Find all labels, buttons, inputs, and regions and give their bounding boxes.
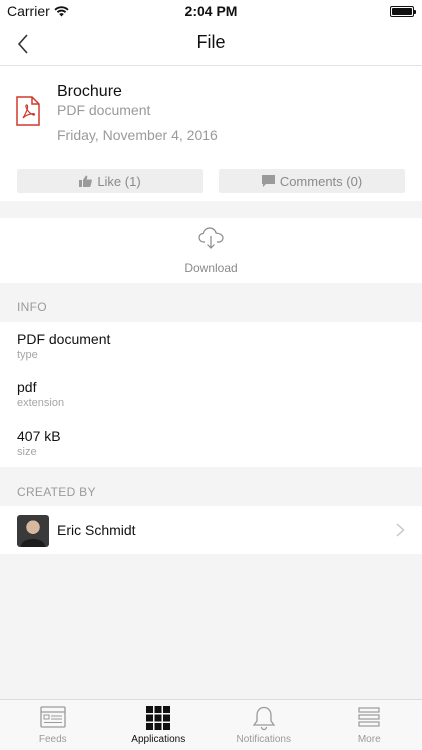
info-row-size: 407 kB size <box>0 419 422 467</box>
creator-row[interactable]: Eric Schmidt <box>0 506 422 554</box>
navigation-bar: File <box>0 22 422 66</box>
info-row-extension: pdf extension <box>0 370 422 418</box>
file-type: PDF document <box>57 102 151 118</box>
info-list: PDF document type pdf extension 407 kB s… <box>0 322 422 467</box>
file-header: Brochure PDF document Friday, November 4… <box>0 66 422 161</box>
file-name: Brochure <box>57 83 122 100</box>
avatar <box>17 515 49 547</box>
battery-icon <box>390 6 416 17</box>
like-label: Like (1) <box>97 173 141 189</box>
status-bar: Carrier 2:04 PM <box>0 0 422 22</box>
tab-applications[interactable]: Applications <box>106 700 212 750</box>
feeds-icon <box>40 706 66 728</box>
comments-label: Comments (0) <box>279 173 363 189</box>
download-label: Download <box>184 261 238 275</box>
created-by-section-header: CREATED BY <box>17 485 96 499</box>
tab-notifications[interactable]: Notifications <box>211 700 317 750</box>
page-title: File <box>196 32 226 52</box>
tab-label: Feeds <box>38 734 67 745</box>
info-key: type <box>17 349 38 361</box>
tab-label: Notifications <box>236 734 291 745</box>
tab-more[interactable]: More <box>317 700 422 750</box>
info-section-header: INFO <box>17 300 47 314</box>
like-button[interactable]: Like (1) <box>17 169 203 193</box>
pdf-file-icon <box>16 96 40 126</box>
info-row-type: PDF document type <box>0 322 422 370</box>
info-value: PDF document <box>17 331 111 347</box>
action-buttons: Like (1) Comments (0) <box>0 161 422 201</box>
comments-button[interactable]: Comments (0) <box>219 169 405 193</box>
info-key: size <box>17 446 37 458</box>
file-date: Friday, November 4, 2016 <box>57 127 218 143</box>
applications-icon <box>146 706 171 730</box>
bell-icon <box>252 706 276 731</box>
tab-label: Applications <box>131 734 186 745</box>
tab-label: More <box>357 734 381 745</box>
tab-bar: Feeds Applications Notifications More <box>0 699 422 750</box>
info-key: extension <box>17 397 65 409</box>
thumbs-up-icon <box>79 175 93 187</box>
info-value: pdf <box>17 379 37 395</box>
comment-icon <box>261 175 275 187</box>
cloud-download-icon <box>198 227 224 249</box>
chevron-right-icon <box>396 523 405 537</box>
more-icon <box>358 707 380 727</box>
creator-name: Eric Schmidt <box>57 522 136 538</box>
tab-feeds[interactable]: Feeds <box>0 700 106 750</box>
download-button[interactable]: Download <box>0 218 422 283</box>
info-value: 407 kB <box>17 428 61 444</box>
clock: 2:04 PM <box>184 3 238 19</box>
